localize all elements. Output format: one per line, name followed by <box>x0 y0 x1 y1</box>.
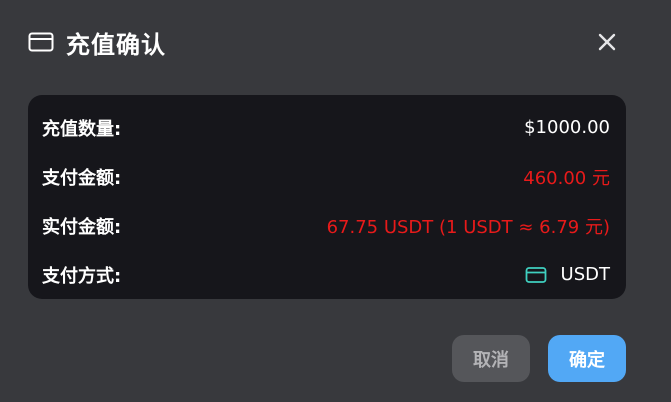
cancel-button[interactable]: 取消 <box>452 335 530 382</box>
payment-method-text: USDT <box>560 264 610 285</box>
detail-row-recharge-amount: 充值数量: $1000.00 <box>42 103 610 152</box>
payment-amount-label: 支付金额: <box>42 167 122 189</box>
card-icon <box>28 32 54 52</box>
recharge-amount-label: 充值数量: <box>42 118 122 140</box>
dialog-header: 充值确认 <box>28 22 631 62</box>
confirm-button[interactable]: 确定 <box>548 335 626 382</box>
actual-amount-value: 67.75 USDT (1 USDT ≈ 6.79 元) <box>326 216 610 238</box>
payment-method-value: USDT <box>525 264 610 285</box>
detail-row-payment-amount: 支付金额: 460.00 元 <box>42 152 610 201</box>
recharge-confirm-dialog: 充值确认 充值数量: $1000.00 支付金额: 460.00 元 实付金额:… <box>0 0 671 402</box>
close-button[interactable] <box>595 30 619 54</box>
detail-row-payment-method: 支付方式: USDT <box>42 250 610 299</box>
close-icon <box>598 33 616 51</box>
recharge-amount-value: $1000.00 <box>524 117 610 138</box>
payment-amount-value: 460.00 元 <box>523 167 610 189</box>
detail-row-actual-amount: 实付金额: 67.75 USDT (1 USDT ≈ 6.79 元) <box>42 201 610 250</box>
dialog-title: 充值确认 <box>66 30 166 59</box>
actual-amount-label: 实付金额: <box>42 216 122 238</box>
card-icon <box>525 266 547 284</box>
payment-method-label: 支付方式: <box>42 265 122 287</box>
details-panel: 充值数量: $1000.00 支付金额: 460.00 元 实付金额: 67.7… <box>28 95 626 299</box>
